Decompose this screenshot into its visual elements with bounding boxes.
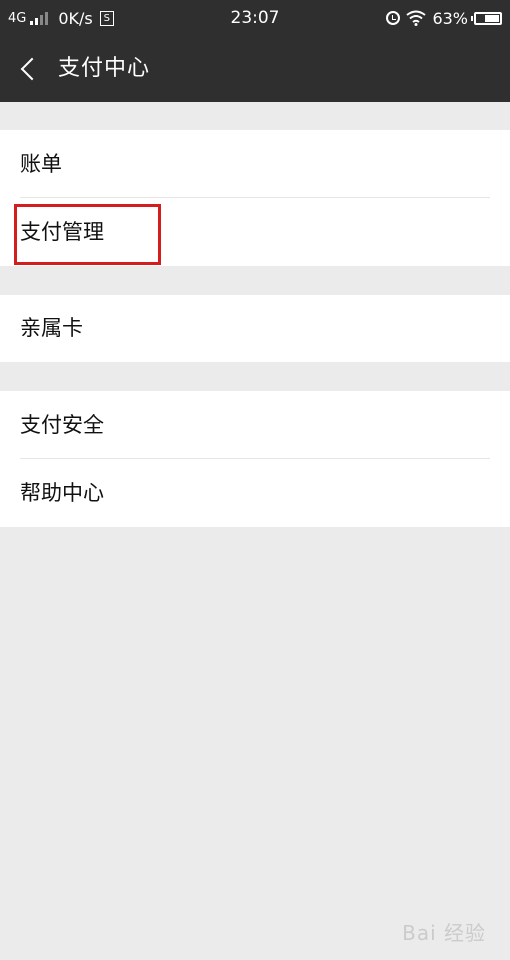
battery-fill [485, 14, 499, 22]
list-group-3: 支付安全 帮助中心 [0, 391, 510, 527]
watermark: Bai 经验 [402, 921, 486, 945]
status-bar: 4G 0K/s S 23:07 63% [0, 0, 510, 36]
list-item-payment-security[interactable]: 支付安全 [0, 391, 510, 459]
list-group-1: 账单 支付管理 [0, 130, 510, 266]
status-right: 63% [386, 0, 502, 36]
battery-percent: 63% [432, 8, 468, 28]
back-button[interactable] [14, 52, 44, 86]
list-item-payment-management[interactable]: 支付管理 [0, 198, 510, 266]
app-window: 4G 0K/s S 23:07 63% 支付中心 账单 支付管理 亲属卡 支付安… [0, 0, 510, 960]
alarm-icon [386, 11, 401, 25]
nav-bar: 支付中心 [0, 36, 510, 102]
list-group-2: 亲属卡 [0, 295, 510, 362]
wifi-icon [406, 10, 427, 26]
list-item-bills[interactable]: 账单 [0, 130, 510, 198]
list-item-help-center[interactable]: 帮助中心 [0, 459, 510, 527]
list-item-family-card[interactable]: 亲属卡 [0, 295, 510, 362]
battery-icon [471, 11, 502, 25]
page-title: 支付中心 [58, 56, 151, 81]
